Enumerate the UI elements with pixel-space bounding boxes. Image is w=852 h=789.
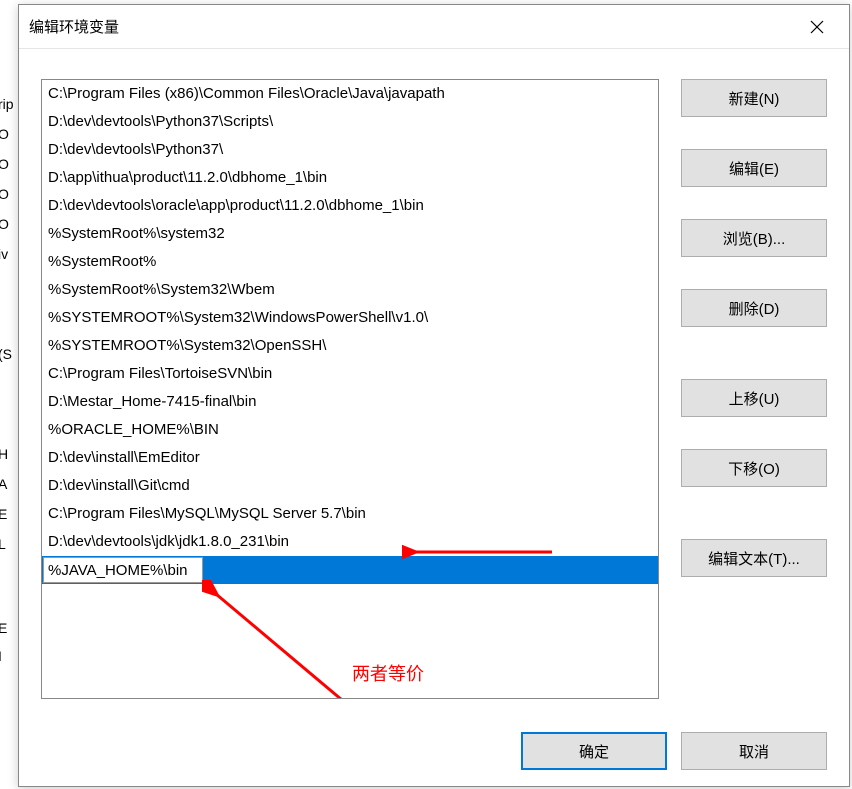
path-entry[interactable]: %SystemRoot%	[42, 248, 658, 276]
new-button[interactable]: 新建(N)	[681, 79, 827, 117]
path-entry[interactable]: C:\Program Files\TortoiseSVN\bin	[42, 360, 658, 388]
background-window-fragments: rip O O O O iv (S H A E L E I	[0, 0, 18, 789]
path-entry[interactable]: D:\dev\devtools\jdk\jdk1.8.0_231\bin	[42, 528, 658, 556]
path-entry[interactable]: C:\Program Files\MySQL\MySQL Server 5.7\…	[42, 500, 658, 528]
path-listbox[interactable]: C:\Program Files (x86)\Common Files\Orac…	[41, 79, 659, 699]
browse-button[interactable]: 浏览(B)...	[681, 219, 827, 257]
path-entry-selected[interactable]	[42, 556, 658, 584]
path-entry[interactable]: D:\dev\devtools\Python37\Scripts\	[42, 108, 658, 136]
move-down-button[interactable]: 下移(O)	[681, 449, 827, 487]
path-entry[interactable]: %ORACLE_HOME%\BIN	[42, 416, 658, 444]
cancel-button[interactable]: 取消	[681, 732, 827, 770]
close-icon	[810, 20, 824, 34]
titlebar: 编辑环境变量	[19, 5, 849, 49]
path-entry[interactable]: %SYSTEMROOT%\System32\WindowsPowerShell\…	[42, 304, 658, 332]
path-entry[interactable]: %SystemRoot%\System32\Wbem	[42, 276, 658, 304]
bottom-button-row: 确定 取消	[521, 732, 827, 770]
dialog-content: C:\Program Files (x86)\Common Files\Orac…	[19, 49, 849, 716]
edit-environment-variable-dialog: 编辑环境变量 C:\Program Files (x86)\Common Fil…	[18, 4, 850, 787]
edit-button[interactable]: 编辑(E)	[681, 149, 827, 187]
path-entry[interactable]: %SystemRoot%\system32	[42, 220, 658, 248]
path-inline-edit-input[interactable]	[43, 557, 203, 583]
dialog-title: 编辑环境变量	[29, 16, 119, 37]
close-button[interactable]	[797, 7, 837, 47]
path-entry[interactable]: C:\Program Files (x86)\Common Files\Orac…	[42, 80, 658, 108]
path-entry[interactable]: D:\dev\devtools\Python37\	[42, 136, 658, 164]
path-entry[interactable]: D:\dev\devtools\oracle\app\product\11.2.…	[42, 192, 658, 220]
path-entry[interactable]: %SYSTEMROOT%\System32\OpenSSH\	[42, 332, 658, 360]
move-up-button[interactable]: 上移(U)	[681, 379, 827, 417]
annotation-arrow-diagonal	[202, 580, 362, 699]
path-entry[interactable]: D:\dev\install\Git\cmd	[42, 472, 658, 500]
side-button-panel: 新建(N) 编辑(E) 浏览(B)... 删除(D) 上移(U) 下移(O) 编…	[659, 79, 827, 696]
annotation-label: 两者等价	[352, 660, 424, 686]
ok-button[interactable]: 确定	[521, 732, 667, 770]
path-entry[interactable]: D:\Mestar_Home-7415-final\bin	[42, 388, 658, 416]
delete-button[interactable]: 删除(D)	[681, 289, 827, 327]
edit-text-button[interactable]: 编辑文本(T)...	[681, 539, 827, 577]
path-entry[interactable]: D:\app\ithua\product\11.2.0\dbhome_1\bin	[42, 164, 658, 192]
path-entry[interactable]: D:\dev\install\EmEditor	[42, 444, 658, 472]
